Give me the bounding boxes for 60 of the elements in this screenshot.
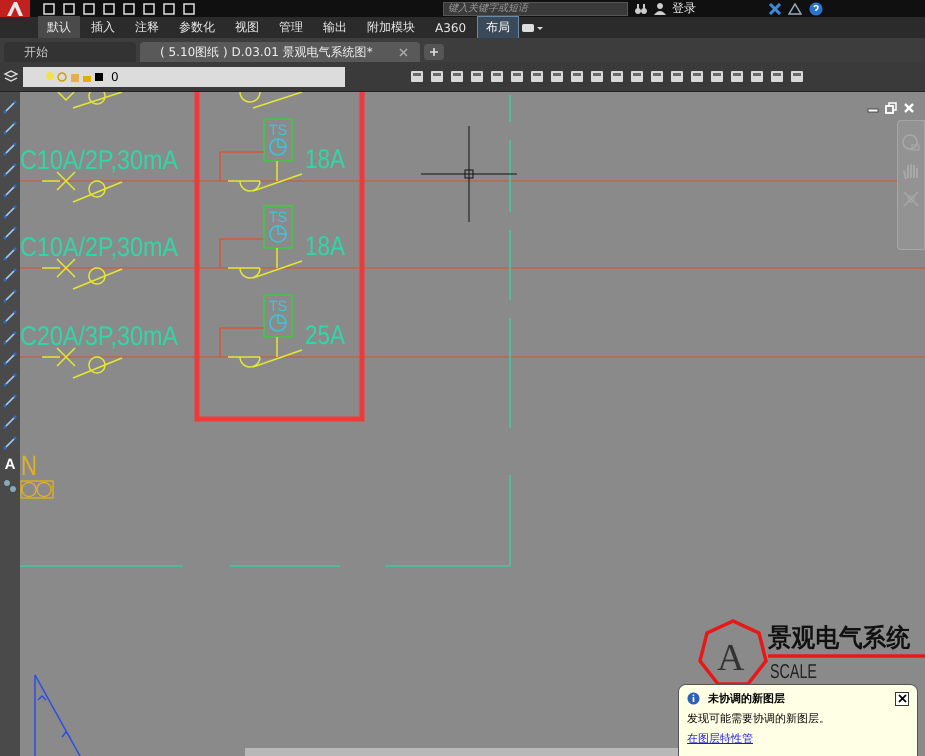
symbol-letter: A [717,637,744,679]
new-tab-button[interactable] [424,44,444,60]
heptagon-symbol [698,619,768,686]
info-icon [687,692,700,705]
clock-icon [269,314,287,332]
ribbon-tab[interactable]: 插入 [82,16,124,39]
drawing-title: 景观电气系统 [768,623,918,652]
rating-label: 18A [305,231,354,261]
timer-label: TS [269,209,288,226]
notification-message: 发现可能需要协调的新图层。 [687,711,831,726]
control-wire-line [219,327,264,357]
layer-state-icon [45,70,105,82]
ribbon-tab[interactable]: 默认 [38,16,80,39]
timer-label: TS [269,298,288,315]
close-icon[interactable] [398,48,408,56]
rating-label: 18A [305,144,354,174]
help-icon[interactable] [808,2,824,16]
ribbon-tab[interactable]: 参数化 [170,16,224,39]
ribbon-tab[interactable]: 注释 [126,16,168,39]
breaker-label: C10A/2P,30mA [20,232,203,262]
x-logo-icon[interactable] [768,2,782,14]
file-tab[interactable]: ( 5.10图纸 ) D.03.01 景观电气系统图* [140,42,420,62]
layer-properties-link[interactable]: 在图层特性管 [687,731,909,746]
text-tool-button[interactable]: A [4,457,16,472]
plus-icon [428,47,439,57]
panel-toggle-icon[interactable] [521,22,544,32]
file-tab[interactable]: 开始 [4,42,136,62]
neutral-label: N [21,450,42,481]
control-wire-line [219,151,264,181]
crosshair-cursor-icon [420,126,518,222]
timer-box [263,118,293,162]
line-icon[interactable] [3,100,17,114]
breaker-label: C10A/2P,30mA [20,145,203,175]
terminal-symbol-drawing [20,480,54,499]
notification-title: 未协调的新图层 [708,691,786,706]
timer-label: TS [269,122,288,139]
close-button[interactable] [895,692,909,706]
layer-dropdown[interactable]: 0 [23,66,345,86]
restore-icon[interactable] [885,102,897,114]
scale-label: SCALE [770,661,836,683]
timer-box [263,294,293,338]
rating-label: 25A [305,320,354,350]
clock-icon [269,138,287,156]
breaker-label: C20A/3P,30mA [20,321,203,351]
search-field[interactable]: 键入关键字或短语 [443,2,628,16]
clock-icon [269,225,287,243]
layer-manager-icon[interactable] [3,70,19,84]
sign-in-link[interactable]: 登录 [672,0,696,17]
ribbon-tab[interactable]: A360 [426,18,476,38]
control-wire-line [219,238,264,268]
binoculars-icon[interactable] [634,2,648,14]
triangle-icon[interactable] [788,2,802,14]
user-icon [654,2,666,15]
ribbon-tab[interactable]: 附加模块 [358,16,424,39]
ribbon-tab[interactable]: 输出 [314,16,356,39]
application-menu-button[interactable] [0,0,30,17]
ribbon-tab[interactable]: 管理 [270,16,312,39]
ribbon-tab[interactable]: 视图 [226,16,268,39]
timer-box [263,205,293,249]
ribbon-tab[interactable]: 布局 [477,16,520,39]
